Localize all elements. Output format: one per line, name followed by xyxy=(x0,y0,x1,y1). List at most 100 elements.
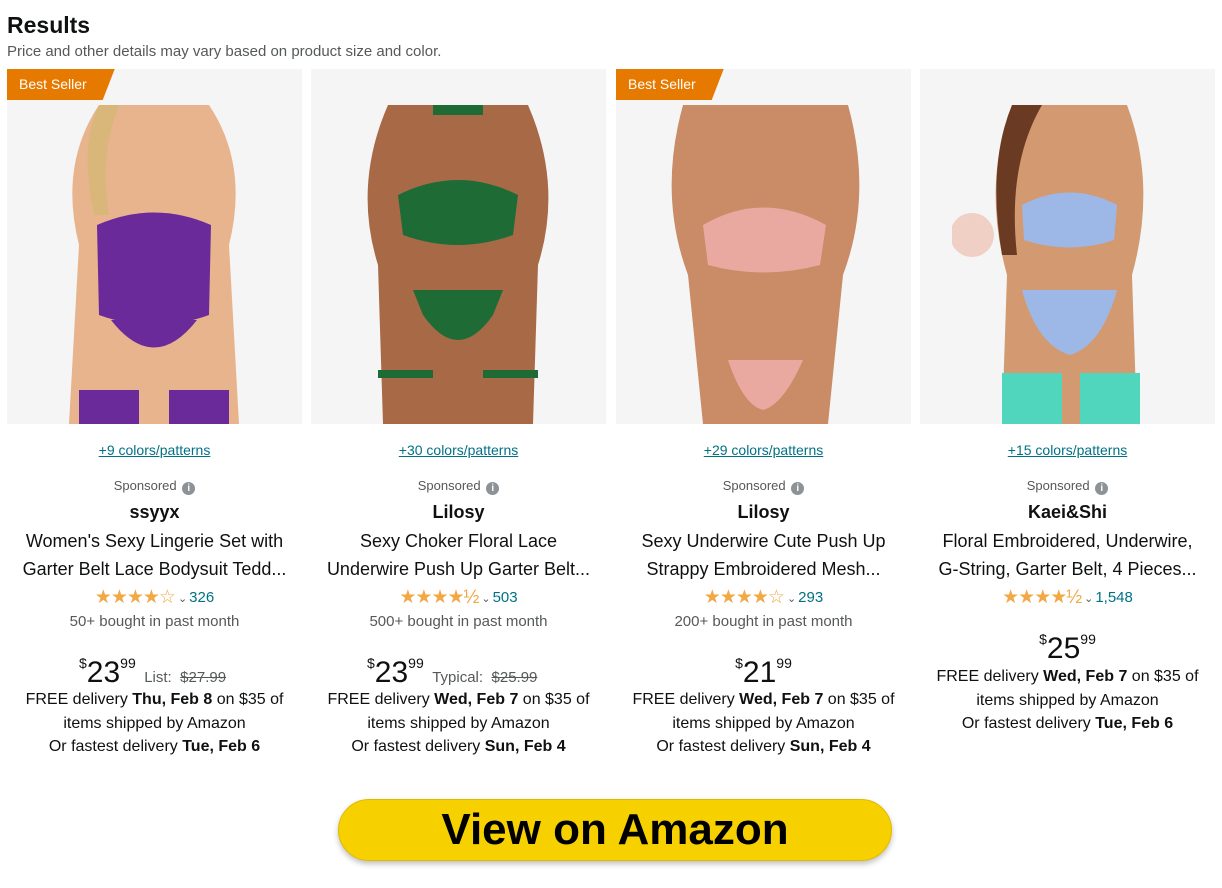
colors-patterns-link[interactable]: +15 colors/patterns xyxy=(920,442,1215,458)
product-photo[interactable] xyxy=(952,105,1183,424)
delivery-text: FREE delivery xyxy=(632,691,740,708)
product-card: Best Seller +9 colors/patterns Sponsored… xyxy=(7,69,302,761)
brand-name: ssyyx xyxy=(129,502,180,522)
price-whole: 23 xyxy=(374,656,409,689)
view-on-amazon-button[interactable]: View on Amazon xyxy=(338,799,892,861)
delivery-date: Thu, Feb 8 xyxy=(132,691,213,708)
info-icon[interactable]: i xyxy=(486,482,500,495)
list-price-label: List: xyxy=(144,669,172,686)
review-count[interactable]: 293 xyxy=(798,589,823,606)
colors-patterns-link[interactable]: +30 colors/patterns xyxy=(311,442,606,458)
product-title[interactable]: Sexy Underwire Cute Push Up Strappy Embr… xyxy=(624,527,903,583)
rating-row: ★★★★½ ⌄ 1,548 xyxy=(920,588,1215,609)
product-photo[interactable] xyxy=(343,105,574,424)
product-title-line: Strappy Embroidered Mesh... xyxy=(646,559,881,579)
bought-count: 500+ bought in past month xyxy=(369,613,548,630)
price-fraction: 99 xyxy=(776,655,792,671)
list-price: $25.99 xyxy=(491,669,538,686)
delivery-info: FREE delivery Wed, Feb 7 on $35 of items… xyxy=(622,688,905,759)
review-count[interactable]: 326 xyxy=(189,589,214,606)
bought-count: 200+ bought in past month xyxy=(674,613,853,630)
chevron-down-icon[interactable]: ⌄ xyxy=(787,593,796,605)
delivery-info: FREE delivery Wed, Feb 7 on $35 of items… xyxy=(317,688,600,759)
sponsored-label: Sponsored i xyxy=(311,478,606,495)
chevron-down-icon[interactable]: ⌄ xyxy=(481,593,490,605)
product-photo[interactable] xyxy=(39,105,270,424)
product-card: +30 colors/patterns Sponsored i Lilosy S… xyxy=(311,69,606,761)
best-seller-badge: Best Seller xyxy=(616,69,724,100)
review-count[interactable]: 503 xyxy=(493,589,518,606)
product-title-line: Floral Embroidered, Underwire, xyxy=(942,531,1193,551)
flower-bouquet xyxy=(952,213,994,257)
star-rating-icon[interactable]: ★★★★½ xyxy=(1002,587,1082,608)
star-rating-icon[interactable]: ★★★★☆ xyxy=(704,587,785,608)
rating-row: ★★★★½ ⌄ 503 xyxy=(311,588,606,609)
fastest-date: Tue, Feb 6 xyxy=(1095,715,1174,732)
page-subtitle: Price and other details may vary based o… xyxy=(7,43,442,60)
product-title-line: G-String, Garter Belt, 4 Pieces... xyxy=(938,559,1197,579)
price-whole: 23 xyxy=(86,656,121,689)
product-title-line: Underwire Push Up Garter Belt... xyxy=(326,559,591,579)
price-currency: $ xyxy=(79,655,87,671)
review-count[interactable]: 1,548 xyxy=(1095,589,1133,606)
fastest-text: Or fastest delivery xyxy=(961,715,1096,732)
price-fraction: 99 xyxy=(1080,631,1096,647)
product-title[interactable]: Women's Sexy Lingerie Set with Garter Be… xyxy=(15,527,294,583)
price-whole: 25 xyxy=(1046,632,1081,665)
fastest-date: Tue, Feb 6 xyxy=(182,738,261,755)
sponsored-text: Sponsored xyxy=(113,478,177,493)
delivery-date: Wed, Feb 7 xyxy=(434,691,519,708)
star-rating-icon[interactable]: ★★★★☆ xyxy=(95,587,176,608)
fastest-text: Or fastest delivery xyxy=(656,738,790,755)
info-icon[interactable]: i xyxy=(1095,482,1109,495)
product-image-area[interactable] xyxy=(311,69,606,424)
colors-patterns-link[interactable]: +9 colors/patterns xyxy=(7,442,302,458)
stocking-right xyxy=(1080,373,1140,424)
product-image-area[interactable] xyxy=(920,69,1215,424)
chevron-down-icon[interactable]: ⌄ xyxy=(1084,593,1093,605)
price-currency: $ xyxy=(735,655,743,671)
colors-patterns-link[interactable]: +29 colors/patterns xyxy=(616,442,911,458)
brand-name: Lilosy xyxy=(737,502,790,522)
price-currency: $ xyxy=(1039,631,1047,647)
product-card: +15 colors/patterns Sponsored i Kaei&Shi… xyxy=(920,69,1215,761)
garment-top xyxy=(703,207,826,273)
delivery-info: FREE delivery Wed, Feb 7 on $35 of items… xyxy=(926,665,1209,736)
sponsored-label: Sponsored i xyxy=(920,478,1215,495)
choker xyxy=(433,105,483,115)
info-icon[interactable]: i xyxy=(791,482,805,495)
fastest-date: Sun, Feb 4 xyxy=(789,738,871,755)
product-image-area[interactable]: Best Seller xyxy=(7,69,302,424)
stocking-left xyxy=(79,390,139,424)
list-price-label: Typical: xyxy=(432,669,484,686)
garment-top xyxy=(1022,192,1117,248)
product-image-area[interactable]: Best Seller xyxy=(616,69,911,424)
product-title-line: Garter Belt Lace Bodysuit Tedd... xyxy=(22,559,287,579)
price-currency: $ xyxy=(367,655,375,671)
product-title-line: Sexy Underwire Cute Push Up xyxy=(641,531,886,551)
rating-row: ★★★★☆ ⌄ 293 xyxy=(616,588,911,609)
product-card: Best Seller +29 colors/patterns Sponsore… xyxy=(616,69,911,761)
delivery-date: Wed, Feb 7 xyxy=(1043,668,1128,685)
delivery-text: FREE delivery xyxy=(25,691,133,708)
stocking-right xyxy=(169,390,229,424)
product-title[interactable]: Sexy Choker Floral Lace Underwire Push U… xyxy=(319,527,598,583)
sponsored-text: Sponsored xyxy=(417,478,481,493)
fastest-text: Or fastest delivery xyxy=(351,738,485,755)
garter-left xyxy=(378,370,433,378)
fastest-text: Or fastest delivery xyxy=(48,738,183,755)
star-rating-icon[interactable]: ★★★★½ xyxy=(399,587,479,608)
sponsored-label: Sponsored i xyxy=(7,478,302,495)
info-icon[interactable]: i xyxy=(182,482,196,495)
page-title: Results xyxy=(7,12,91,38)
product-photo[interactable] xyxy=(648,105,879,424)
chevron-down-icon[interactable]: ⌄ xyxy=(178,593,187,605)
best-seller-badge: Best Seller xyxy=(7,69,115,100)
garment-top xyxy=(97,212,211,325)
delivery-text: FREE delivery xyxy=(936,668,1044,685)
sponsored-text: Sponsored xyxy=(1026,478,1090,493)
product-title-line: Sexy Choker Floral Lace xyxy=(359,531,558,551)
product-title[interactable]: Floral Embroidered, Underwire, G-String,… xyxy=(928,527,1207,583)
product-title-line: Women's Sexy Lingerie Set with xyxy=(25,531,284,551)
stocking-left xyxy=(1002,373,1062,424)
